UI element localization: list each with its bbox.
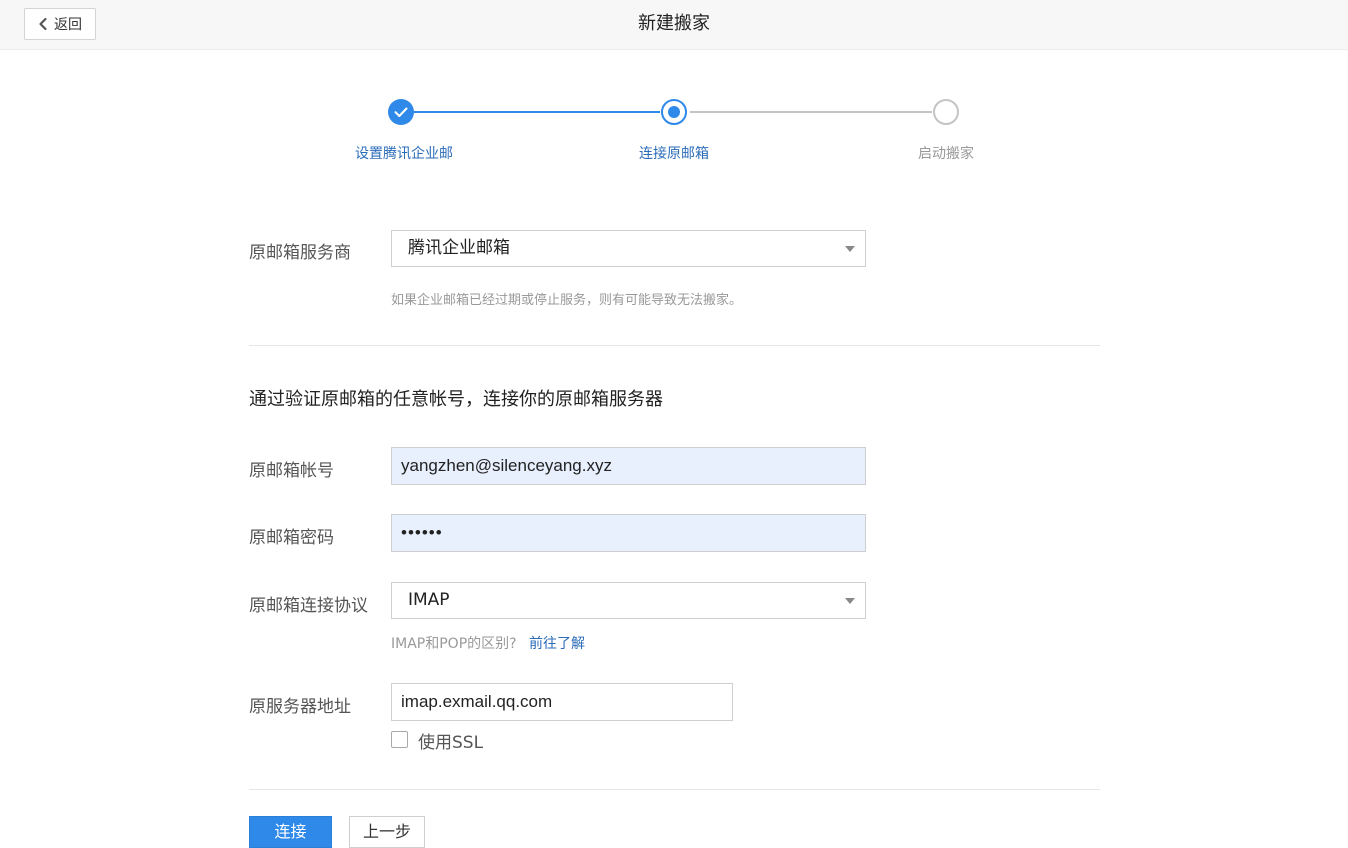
step-3-label: 启动搬家	[918, 146, 974, 162]
step-2-label: 连接原邮箱	[639, 146, 709, 162]
connect-button[interactable]: 连接	[249, 816, 332, 848]
caret-down-icon	[845, 598, 855, 604]
ssl-label: 使用SSL	[418, 733, 484, 753]
back-button-label: 返回	[54, 17, 82, 33]
account-label: 原邮箱帐号	[249, 461, 334, 481]
step-line-1	[414, 111, 660, 113]
account-input[interactable]: yangzhen@silenceyang.xyz	[391, 447, 866, 485]
section-title: 通过验证原邮箱的任意帐号，连接你的原邮箱服务器	[249, 389, 663, 410]
protocol-hint-text: IMAP和POP的区别?	[391, 636, 517, 652]
server-input[interactable]: imap.exmail.qq.com	[391, 683, 733, 721]
prev-step-button[interactable]: 上一步	[349, 816, 425, 848]
provider-select[interactable]: 腾讯企业邮箱	[391, 230, 866, 267]
protocol-select-value: IMAP	[408, 590, 450, 610]
top-bar: 新建搬家 返回	[0, 0, 1348, 50]
password-input[interactable]: ••••••	[391, 514, 866, 552]
step-1-label: 设置腾讯企业邮	[355, 146, 453, 162]
protocol-label: 原邮箱连接协议	[249, 596, 368, 616]
caret-down-icon	[845, 246, 855, 252]
page-title: 新建搬家	[638, 13, 710, 34]
learn-more-link[interactable]: 前往了解	[529, 636, 585, 652]
protocol-hint: IMAP和POP的区别? 前往了解	[391, 633, 585, 653]
provider-label: 原邮箱服务商	[249, 243, 351, 263]
divider	[249, 789, 1100, 790]
password-label: 原邮箱密码	[249, 528, 334, 548]
step-line-2	[690, 111, 932, 113]
ssl-checkbox[interactable]	[391, 731, 408, 748]
divider	[249, 345, 1100, 346]
provider-select-value: 腾讯企业邮箱	[408, 238, 510, 258]
step-3-pending-icon	[933, 99, 959, 125]
step-1-done-check-icon	[388, 99, 414, 125]
protocol-select[interactable]: IMAP	[391, 582, 866, 619]
server-label: 原服务器地址	[249, 697, 351, 717]
chevron-left-icon	[38, 17, 48, 31]
back-button[interactable]: 返回	[24, 8, 96, 40]
provider-hint: 如果企业邮箱已经过期或停止服务，则有可能导致无法搬家。	[391, 293, 743, 308]
step-2-active-icon	[661, 99, 687, 125]
